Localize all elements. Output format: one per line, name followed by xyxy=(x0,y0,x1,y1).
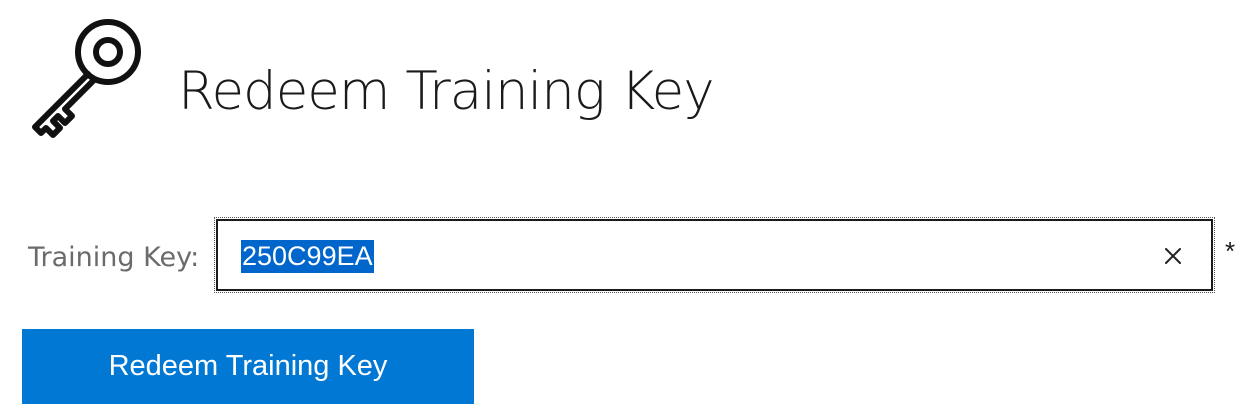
training-key-label: Training Key: xyxy=(28,242,200,273)
key-icon xyxy=(32,19,141,138)
redeem-training-key-button[interactable]: Redeem Training Key xyxy=(22,329,474,404)
redeem-training-key-page: Redeem Training Key Training Key: 250C99… xyxy=(0,0,1253,415)
training-key-input[interactable]: 250C99EA xyxy=(214,217,1215,293)
required-indicator: * xyxy=(1225,236,1236,266)
training-key-value[interactable]: 250C99EA xyxy=(241,240,374,273)
close-icon[interactable] xyxy=(1159,242,1187,270)
page-title: Redeem Training Key xyxy=(178,61,715,122)
